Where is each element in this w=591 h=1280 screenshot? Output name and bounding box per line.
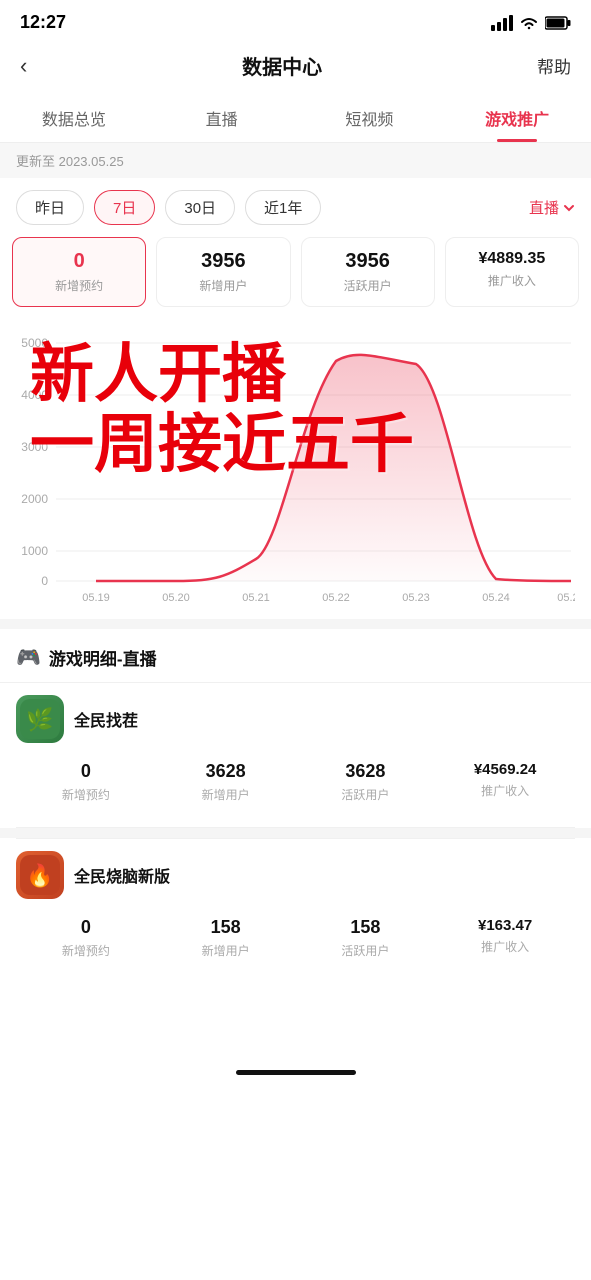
svg-text:05.19: 05.19 (82, 592, 110, 604)
status-time: 12:27 (20, 12, 66, 33)
help-button[interactable]: 帮助 (537, 53, 571, 78)
wifi-icon (519, 15, 539, 31)
back-button[interactable]: ‹ (20, 53, 27, 79)
game-item-1: 🌿 全民找茬 0 新增预约 3628 新增用户 3628 活跃用户 ¥4569.… (0, 683, 591, 827)
svg-text:🔥: 🔥 (26, 863, 53, 888)
game2-stat-reservation: 0 新增预约 (16, 909, 156, 967)
bottom-bar (0, 1043, 591, 1083)
game1-stat-revenue: ¥4569.24 推广收入 (435, 753, 575, 811)
svg-text:0: 0 (41, 574, 48, 588)
tab-bar: 数据总览 直播 短视频 游戏推广 (0, 94, 591, 143)
game2-stats: 0 新增预约 158 新增用户 158 活跃用户 ¥163.47 推广收入 (16, 909, 575, 967)
signal-icon (491, 15, 513, 31)
stat-new-users: 3956 新增用户 (156, 237, 290, 307)
game2-stat-activeusers: 158 活跃用户 (296, 909, 436, 967)
chart-svg: 5000 4000 3000 2000 1000 0 05.19 05.20 0… (16, 329, 575, 609)
filter-30days[interactable]: 30日 (165, 190, 235, 225)
game1-stat-reservation: 0 新增预约 (16, 753, 156, 811)
tab-live[interactable]: 直播 (148, 94, 296, 142)
filter-type-selector[interactable]: 直播 (529, 197, 575, 218)
chart-container: 新人开播 一周接近五千 5000 4000 3000 2000 1000 0 (0, 319, 591, 619)
stat-new-reservation: 0 新增预约 (12, 237, 146, 307)
svg-text:2000: 2000 (21, 492, 48, 506)
svg-text:05.21: 05.21 (242, 592, 270, 604)
svg-text:05.20: 05.20 (162, 592, 190, 604)
svg-text:05.25: 05.25 (557, 592, 575, 604)
game2-header: 🔥 全民烧脑新版 (16, 839, 575, 909)
tab-shortvideo[interactable]: 短视频 (296, 94, 444, 142)
game1-name: 全民找茬 (74, 707, 138, 731)
svg-text:05.24: 05.24 (482, 592, 510, 604)
tab-overview[interactable]: 数据总览 (0, 94, 148, 142)
filter-nearyear[interactable]: 近1年 (245, 190, 321, 225)
status-bar: 12:27 (0, 0, 591, 41)
game1-stats: 0 新增预约 3628 新增用户 3628 活跃用户 ¥4569.24 推广收入 (16, 753, 575, 811)
game1-header: 🌿 全民找茬 (16, 683, 575, 753)
chevron-down-icon (563, 202, 575, 214)
filter-yesterday[interactable]: 昨日 (16, 190, 84, 225)
battery-icon (545, 16, 571, 30)
game2-icon: 🔥 (16, 851, 64, 899)
svg-text:3000: 3000 (21, 440, 48, 454)
svg-text:05.22: 05.22 (322, 592, 350, 604)
stat-active-users: 3956 活跃用户 (301, 237, 435, 307)
game-section-header: 🎮 游戏明细-直播 (0, 629, 591, 682)
bottom-spacer (0, 983, 591, 1043)
filter-row: 昨日 7日 30日 近1年 直播 (0, 178, 591, 237)
tab-game[interactable]: 游戏推广 (443, 94, 591, 142)
chart-fill (96, 355, 571, 581)
status-icons (491, 15, 571, 31)
game2-stat-revenue: ¥163.47 推广收入 (435, 909, 575, 967)
header: ‹ 数据中心 帮助 (0, 41, 591, 94)
game1-stat-activeusers: 3628 活跃用户 (296, 753, 436, 811)
game-item-2: 🔥 全民烧脑新版 0 新增预约 158 新增用户 158 活跃用户 ¥163.4… (0, 839, 591, 983)
svg-text:1000: 1000 (21, 544, 48, 558)
game2-stat-newusers: 158 新增用户 (156, 909, 296, 967)
game1-stat-newusers: 3628 新增用户 (156, 753, 296, 811)
game-section-icon: 🎮 (16, 645, 41, 670)
home-indicator (236, 1070, 356, 1075)
update-bar: 更新至 2023.05.25 (0, 143, 591, 178)
game2-name: 全民烧脑新版 (74, 863, 170, 887)
section-divider-2 (0, 828, 591, 838)
svg-text:🌿: 🌿 (26, 707, 53, 732)
svg-text:5000: 5000 (21, 336, 48, 350)
filter-7days[interactable]: 7日 (94, 190, 155, 225)
stats-row: 0 新增预约 3956 新增用户 3956 活跃用户 ¥4889.35 推广收入 (0, 237, 591, 319)
svg-text:05.23: 05.23 (402, 592, 430, 604)
svg-text:4000: 4000 (21, 388, 48, 402)
game-section-title: 游戏明细-直播 (49, 645, 157, 670)
game1-icon: 🌿 (16, 695, 64, 743)
stat-revenue: ¥4889.35 推广收入 (445, 237, 579, 307)
section-divider (0, 619, 591, 629)
page-title: 数据中心 (242, 51, 322, 80)
